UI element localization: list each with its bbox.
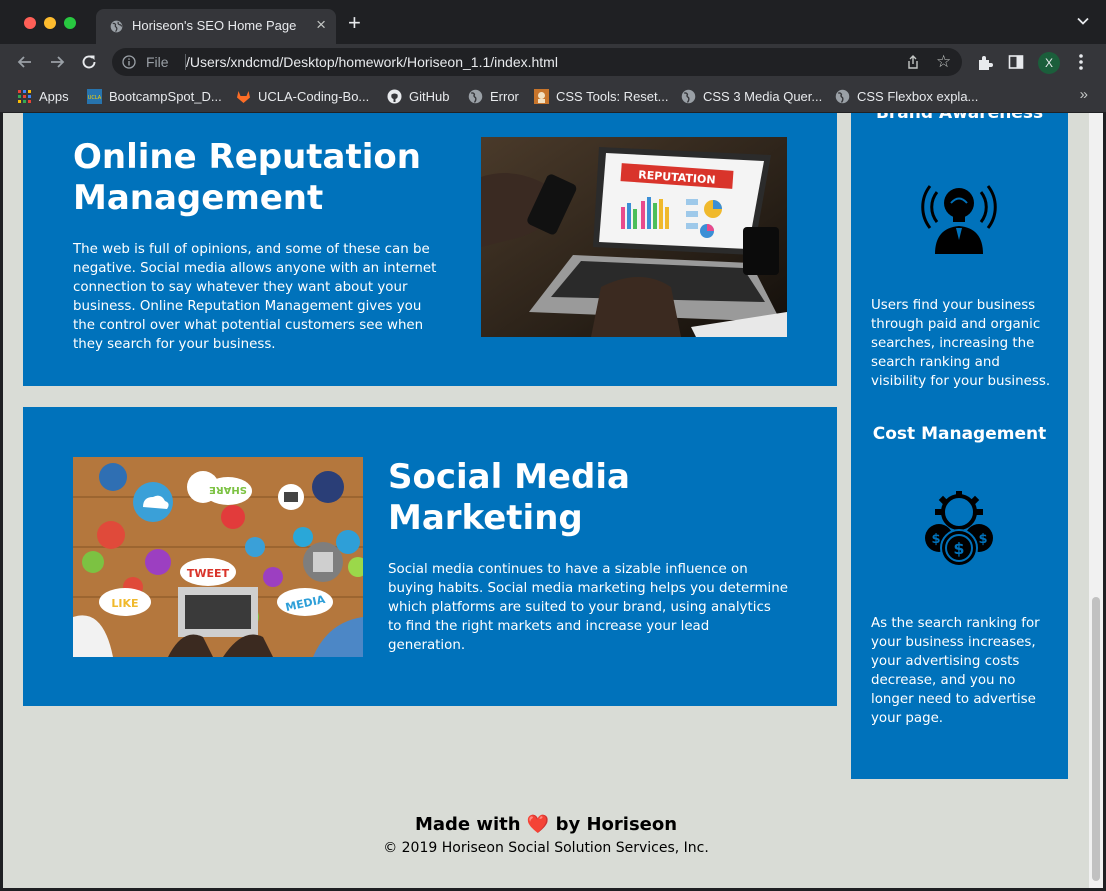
url-scheme-label: File [146,54,169,70]
benefit-text-brand-awareness: Users find your business through paid an… [871,298,1051,389]
svg-text:$: $ [978,532,987,547]
address-bar[interactable]: File /Users/xndcmd/Desktop/homework/Hori… [112,48,962,76]
benefit-heading-cost-management: Cost Management [872,424,1047,444]
bookmark-label: BootcampSpot_D... [109,88,222,104]
share-bubble: SHARE [204,477,252,505]
globe-icon [835,89,850,103]
globe-icon [110,20,123,33]
bookmark-star-icon[interactable]: ☆ [936,53,951,70]
svg-text:$: $ [953,539,964,558]
bookmark-label: CSS Tools: Reset... [556,88,669,104]
svg-text:UCLA: UCLA [88,95,102,101]
meyerweb-icon [534,88,549,104]
social-media-image: SHARE TWEET LIKE MEDIA [73,457,363,657]
url-text[interactable]: /Users/xndcmd/Desktop/homework/Horiseon_… [186,54,558,70]
tab-search-chevron-icon[interactable] [1076,14,1090,28]
svg-text:$: $ [931,532,940,547]
page-scrollbar[interactable] [1089,113,1103,888]
gitlab-icon [237,90,250,103]
benefit-heading-brand-awareness: Brand Awareness [875,113,1044,123]
apps-grid-icon [18,89,31,103]
bookmark-css-tools[interactable]: CSS Tools: Reset... [534,87,668,105]
new-tab-button[interactable]: + [348,12,361,34]
section-social-media: SHARE TWEET LIKE MEDIA Social Media Mark… [23,407,837,706]
tweet-bubble: TWEET [180,558,236,586]
browser-tab-active[interactable]: Horiseon's SEO Home Page × [96,9,336,44]
benefits-sidebar: Brand Awareness Users find your business… [851,113,1068,779]
footer-copyright: © 2019 Horiseon Social Solution Services… [383,840,709,856]
bookmark-ucla-coding[interactable]: UCLA-Coding-Bo... [236,87,369,105]
side-panel-icon[interactable] [1008,54,1024,70]
bookmark-css-flexbox[interactable]: CSS Flexbox expla... [835,87,978,105]
github-icon [387,89,402,103]
lightbulb-person-icon [921,185,997,254]
bookmark-label: GitHub [409,88,450,104]
share-icon[interactable] [905,54,921,70]
globe-icon [468,89,483,103]
ucla-icon: UCLA [87,88,102,104]
scrollbar-thumb[interactable] [1092,597,1100,881]
bookmark-apps[interactable]: Apps [17,87,69,105]
bookmarks-overflow-icon[interactable]: » [1080,86,1088,103]
section-text: The web is full of opinions, and some of… [73,242,437,352]
bookmark-label: UCLA-Coding-Bo... [258,88,370,104]
browser-toolbar: File /Users/xndcmd/Desktop/homework/Hori… [0,44,1106,80]
info-icon[interactable] [122,55,136,69]
footer-by: by Horiseon [555,814,678,835]
profile-avatar[interactable]: X [1038,52,1060,74]
media-bubble: MEDIA [277,588,333,616]
bookmark-label: Apps [39,88,69,104]
section-title-line2: Marketing [388,498,583,538]
money-gear-icon: $ $ $ [925,491,993,567]
fullscreen-window-button[interactable] [64,17,76,29]
minimize-window-button[interactable] [44,17,56,29]
globe-icon [681,89,696,103]
bookmark-label: CSS 3 Media Quer... [703,88,823,104]
benefit-text-cost-management: As the search ranking for your business … [871,616,1040,726]
close-window-button[interactable] [24,17,36,29]
forward-arrow-icon[interactable] [47,52,67,72]
section-online-reputation: Online Reputation Management The web is … [23,113,837,386]
extensions-puzzle-icon[interactable] [976,54,994,72]
tab-title: Horiseon's SEO Home Page [132,18,297,33]
bookmark-label: CSS Flexbox expla... [857,88,979,104]
online-reputation-image: REPUTATION [481,137,787,337]
section-text: Social media continues to have a sizable… [388,562,788,653]
heart-icon: ❤️ [526,814,550,835]
bookmarks-bar: Apps UCLA BootcampSpot_D... UCLA-Coding-… [0,80,1106,113]
share-word: SHARE [209,484,247,495]
tweet-word: TWEET [187,567,230,580]
bookmark-css3-media[interactable]: CSS 3 Media Quer... [681,87,822,105]
footer-made-with: Made with [414,814,521,835]
tab-strip: Horiseon's SEO Home Page × + [0,0,1106,44]
section-title-line1: Social Media [388,457,630,497]
tab-close-icon[interactable]: × [316,15,326,35]
back-arrow-icon[interactable] [15,52,35,72]
bookmark-github[interactable]: GitHub [387,87,449,105]
like-word: LIKE [111,597,138,610]
section-title-line2: Management [73,178,324,218]
footer-credit: Made with ❤️ by Horiseon [3,813,1089,837]
page-viewport: Online Reputation Management The web is … [3,113,1089,888]
bookmark-label: Error [490,88,519,104]
more-menu-icon[interactable] [1076,52,1086,72]
like-bubble: LIKE [99,588,151,616]
bookmark-error[interactable]: Error [468,87,519,105]
section-title: Social Media Marketing [388,457,808,539]
bookmark-bootcampspot[interactable]: UCLA BootcampSpot_D... [87,87,222,105]
reload-icon[interactable] [79,52,99,72]
page-footer: Made with ❤️ by Horiseon © 2019 Horiseon… [3,813,1089,859]
section-title: Online Reputation Management [73,137,473,219]
section-title-line1: Online Reputation [73,137,421,177]
